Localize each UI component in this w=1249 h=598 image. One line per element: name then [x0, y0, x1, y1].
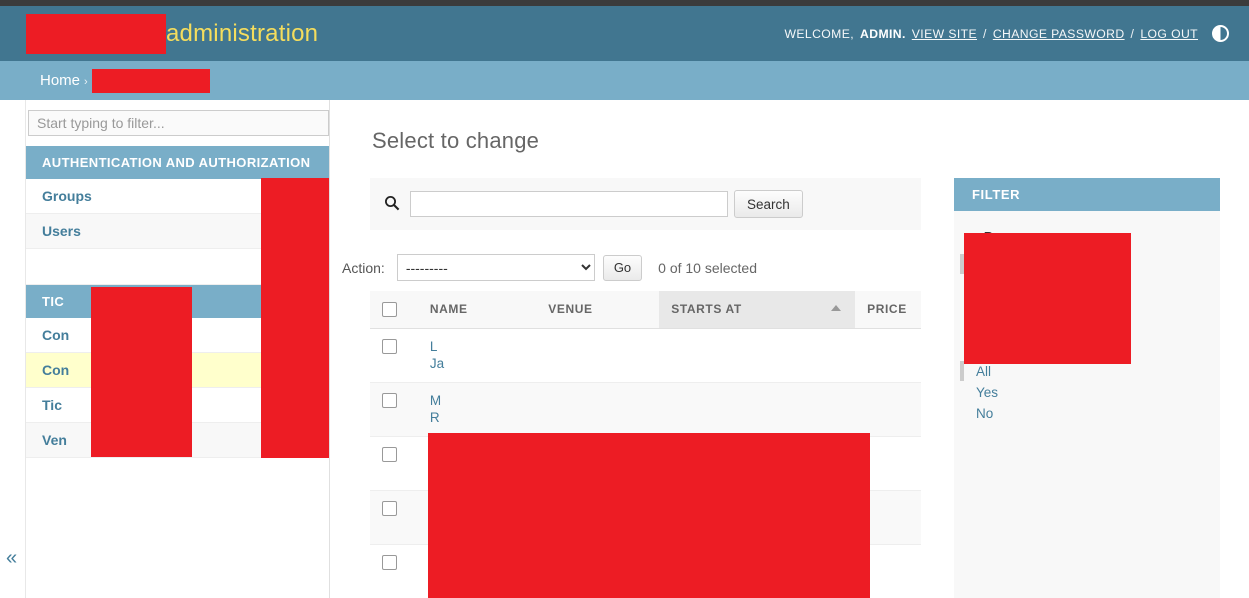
- cell-starts-at: [659, 328, 856, 383]
- site-header: administration WELCOME, ADMIN. VIEW SITE…: [0, 6, 1249, 61]
- go-button[interactable]: Go: [602, 254, 643, 281]
- select-all-header: [370, 291, 418, 329]
- action-counter: 0 of 10 selected: [658, 259, 758, 276]
- column-header-venue[interactable]: VENUE: [536, 291, 660, 329]
- separator-1: /: [983, 26, 987, 41]
- row-checkbox[interactable]: [382, 446, 397, 462]
- cell-name-line2: R: [429, 409, 440, 425]
- breadcrumb-separator: ›: [84, 75, 88, 88]
- nav-filter-wrap: [26, 100, 329, 136]
- admin-page: administration WELCOME, ADMIN. VIEW SITE…: [0, 0, 1249, 598]
- half-circle-icon[interactable]: [1212, 25, 1229, 42]
- breadcrumb-redaction-block: [91, 68, 210, 93]
- select-all-checkbox[interactable]: [382, 302, 397, 318]
- branding[interactable]: administration: [26, 13, 319, 54]
- column-header-starts-at[interactable]: STARTS AT: [659, 291, 856, 329]
- cell-name-line2: Ja: [429, 355, 445, 371]
- cell-name: M R: [417, 382, 537, 437]
- sidebar-filter-input[interactable]: [28, 110, 329, 136]
- search-bar: Search: [370, 178, 921, 230]
- filter-redaction-block: [964, 233, 1131, 364]
- action-label: Action:: [342, 259, 385, 276]
- view-site-link[interactable]: VIEW SITE: [912, 27, 977, 41]
- welcome-text: WELCOME,: [784, 26, 855, 41]
- sidebar-collapse-icon[interactable]: «: [6, 548, 17, 568]
- breadcrumb: Home ›: [0, 61, 1249, 100]
- row-select-cell: [370, 328, 418, 383]
- cell-venue: [536, 328, 660, 383]
- table-row[interactable]: L Ja 73: [370, 328, 921, 383]
- sidebar-redaction-block-right: [261, 178, 329, 458]
- cell-price: [855, 382, 921, 437]
- row-select-cell: [370, 382, 418, 437]
- brand-redaction-block: [26, 13, 166, 54]
- column-header-starts-at-label: STARTS AT: [671, 302, 742, 317]
- filter-option-yes[interactable]: Yes: [954, 382, 1220, 403]
- cell-name-line1: M: [429, 392, 442, 408]
- row-select-cell: [370, 490, 418, 545]
- page-title: Select to change: [372, 128, 540, 153]
- sidebar: AUTHENTICATION AND AUTHORIZATION Groups …: [25, 100, 330, 598]
- row-checkbox[interactable]: [382, 392, 397, 408]
- sidebar-app-caption-auth[interactable]: AUTHENTICATION AND AUTHORIZATION: [26, 146, 329, 179]
- filter-panel-title: FILTER: [954, 178, 1220, 211]
- cell-venue: [536, 382, 660, 437]
- cell-name-line1: L: [429, 338, 438, 354]
- search-button[interactable]: Search: [734, 190, 803, 218]
- brand-title: administration: [166, 19, 319, 47]
- breadcrumb-home[interactable]: Home: [40, 72, 80, 89]
- action-select[interactable]: ---------: [396, 254, 595, 281]
- sidebar-redaction-block-left: [91, 287, 192, 457]
- search-module: Search: [370, 178, 921, 230]
- table-header-row: NAME VENUE STARTS AT PRICE TICKETS LE: [370, 291, 921, 329]
- filter-option-all[interactable]: All: [954, 361, 1220, 382]
- filter-option-no[interactable]: No: [954, 403, 1220, 424]
- change-password-link[interactable]: CHANGE PASSWORD: [993, 27, 1125, 41]
- cell-starts-at: [659, 382, 856, 437]
- main-container: AUTHENTICATION AND AUTHORIZATION Groups …: [0, 100, 1249, 598]
- search-icon: [384, 195, 402, 214]
- row-select-cell: [370, 544, 418, 598]
- filter-options-by-sold-out: All Yes No: [954, 361, 1220, 424]
- row-checkbox[interactable]: [382, 554, 397, 570]
- column-header-name[interactable]: NAME: [417, 291, 537, 329]
- cell-price: [855, 328, 921, 383]
- row-checkbox[interactable]: [382, 338, 397, 354]
- row-select-cell: [370, 436, 418, 491]
- cell-name: L Ja: [417, 328, 537, 383]
- row-checkbox[interactable]: [382, 500, 397, 516]
- user-tools: WELCOME, ADMIN. VIEW SITE / CHANGE PASSW…: [784, 25, 1229, 42]
- results-redaction-block: [428, 433, 870, 598]
- log-out-link[interactable]: LOG OUT: [1140, 27, 1198, 41]
- username-label: ADMIN.: [860, 26, 906, 41]
- table-head: NAME VENUE STARTS AT PRICE TICKETS LE: [370, 291, 921, 329]
- filter-group-by-venue: ↓By venue All -: [954, 211, 1220, 364]
- table-row[interactable]: M R 52: [370, 382, 921, 437]
- separator-2: /: [1130, 26, 1135, 41]
- filter-panel: FILTER ↓By venue All - ↓By Sold out All …: [954, 178, 1220, 598]
- search-input[interactable]: [410, 191, 728, 217]
- sort-ascending-icon[interactable]: [831, 305, 842, 311]
- column-header-price[interactable]: PRICE: [855, 291, 921, 329]
